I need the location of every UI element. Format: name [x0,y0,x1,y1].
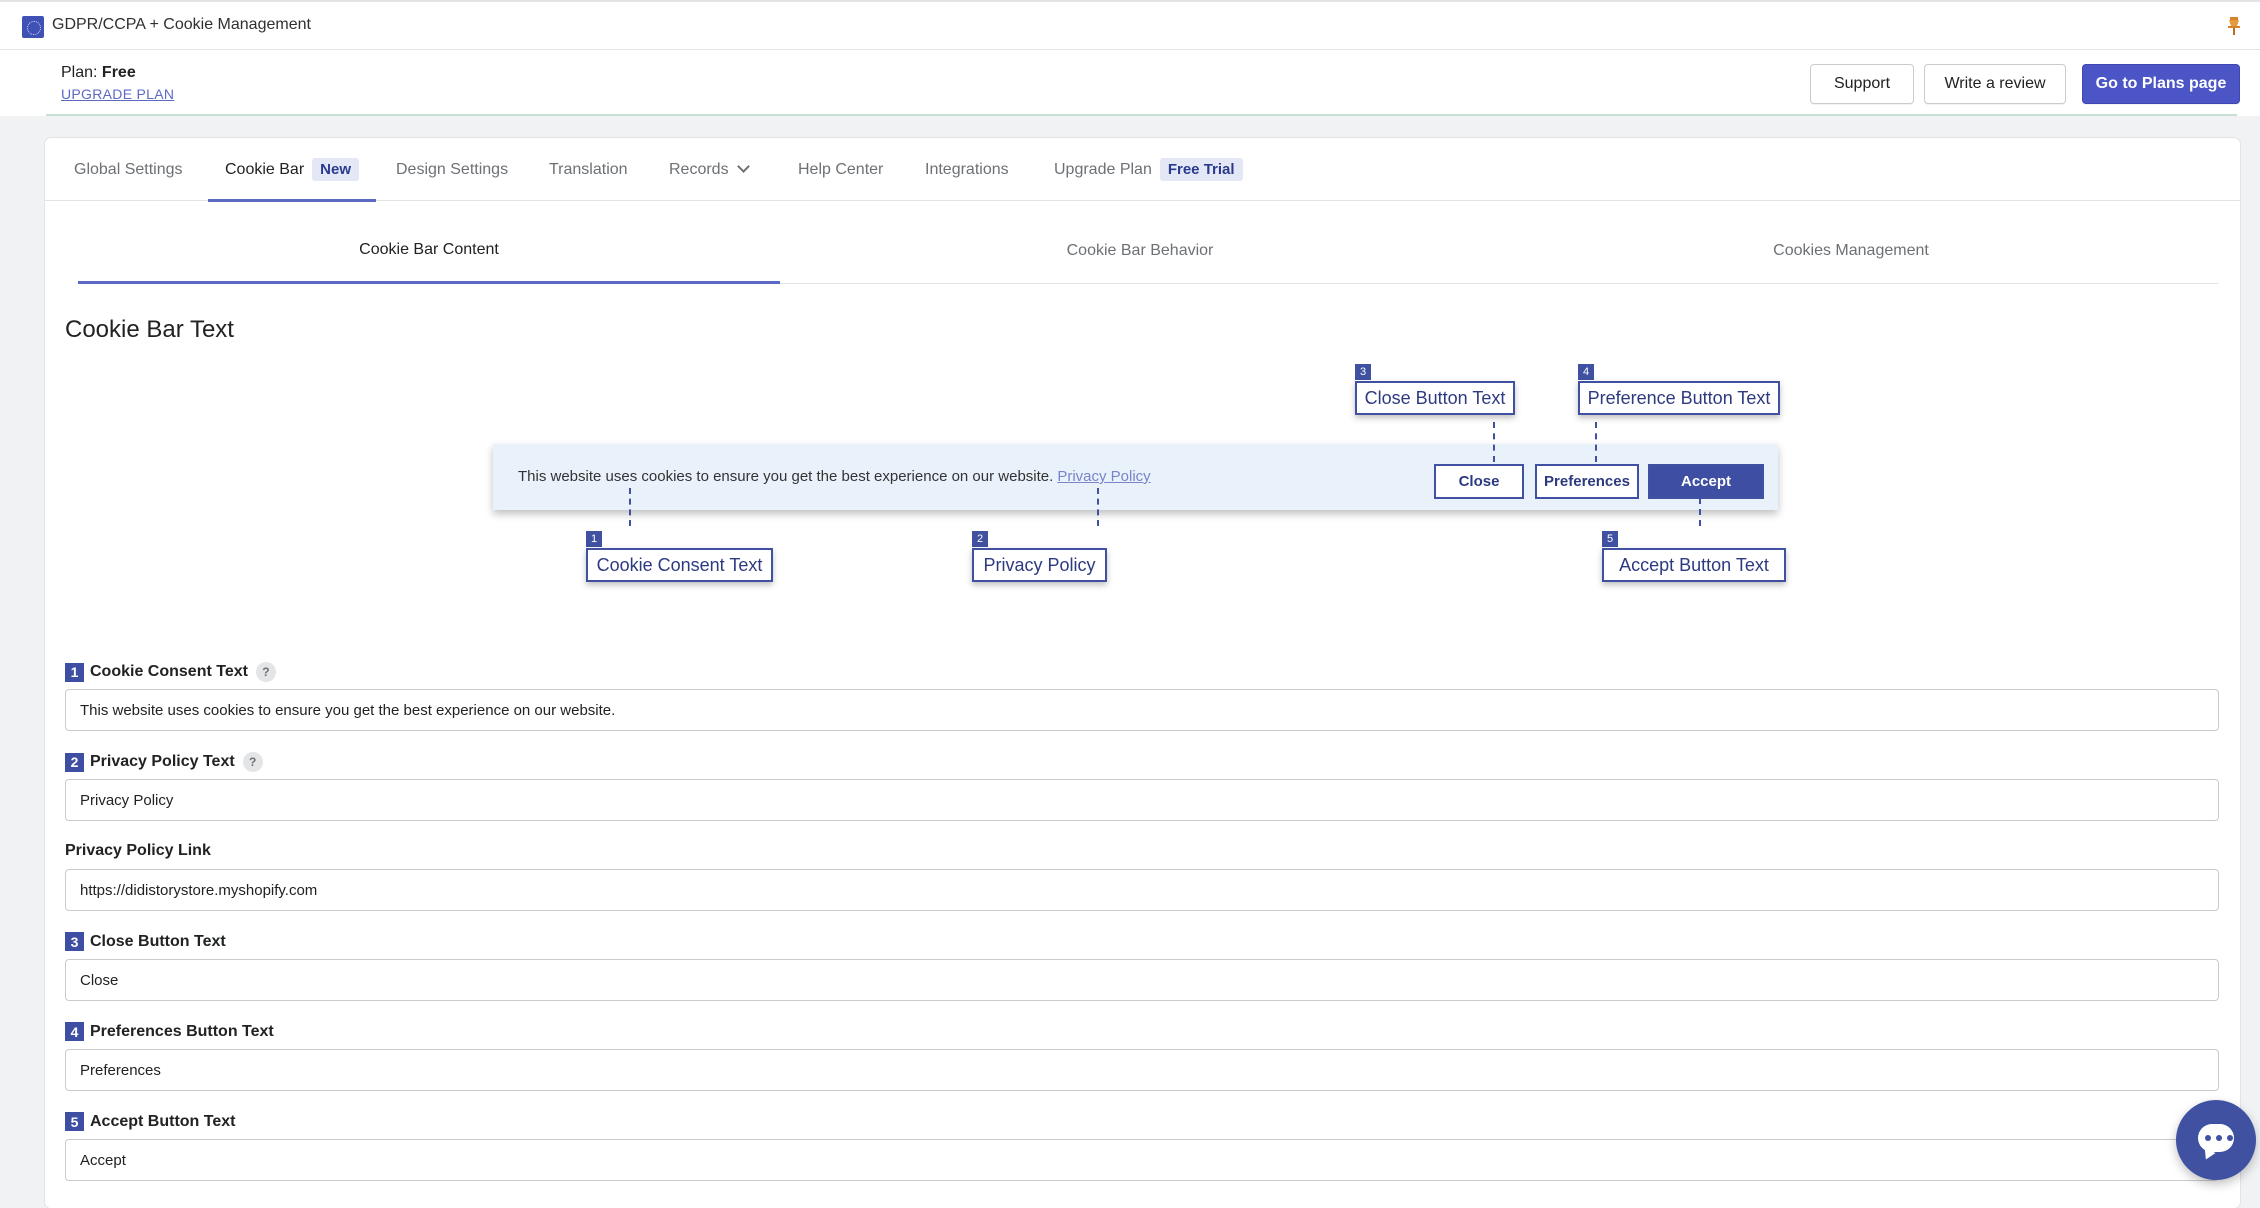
callout-number: 2 [972,531,988,547]
tab-label: Design Settings [396,160,509,178]
support-button[interactable]: Support [1810,64,1914,104]
field-number: 4 [65,1022,84,1041]
sub-tabs: Cookie Bar Content Cookie Bar Behavior C… [78,218,2218,284]
go-to-plans-button[interactable]: Go to Plans page [2082,64,2240,104]
free-trial-badge: Free Trial [1159,158,1243,181]
plan-header: Plan: Free UPGRADE PLAN Support Write a … [0,50,2260,116]
tab-translation[interactable]: Translation [549,138,628,201]
callout-privacy-policy: Privacy Policy [972,548,1107,582]
accept-button-text-label: 5 Accept Button Text [65,1112,235,1131]
cookie-bar-preview: This website uses cookies to ensure you … [493,444,1778,510]
tab-integrations[interactable]: Integrations [925,138,1009,201]
preview-consent-text: This website uses cookies to ensure you … [518,468,1151,485]
field-number: 1 [65,662,84,682]
callout-number: 5 [1602,531,1618,547]
subtab-cookie-bar-behavior[interactable]: Cookie Bar Behavior [789,218,1491,284]
preview-text: This website uses cookies to ensure you … [518,468,1054,485]
connector-5 [1699,498,1701,526]
field-label-text: Privacy Policy Text [90,753,235,770]
header-divider [46,114,2237,116]
tab-help-center[interactable]: Help Center [798,138,883,201]
close-button-text-input[interactable] [65,959,2219,1001]
plan-value: Free [101,64,136,81]
connector-2 [1097,488,1099,526]
preview-preferences-button: Preferences [1535,464,1639,499]
field-label-text: Privacy Policy Link [65,842,211,859]
main-tabs: Global Settings Cookie Bar New Design Set… [45,138,2240,202]
tab-label: Global Settings [74,160,183,178]
preview-close-button: Close [1434,464,1524,499]
tab-label: Translation [549,160,628,178]
title-bar: GDPR/CCPA + Cookie Management [0,0,2260,50]
privacy-policy-text-label: 2 Privacy Policy Text? [65,752,263,772]
preview-privacy-link: Privacy Policy [1057,468,1151,485]
field-number: 2 [65,752,84,772]
tab-label: Upgrade Plan [1054,160,1152,178]
main-card: Global Settings Cookie Bar New Design Set… [45,138,2240,1208]
upgrade-plan-link[interactable]: UPGRADE PLAN [61,86,174,102]
field-number: 5 [65,1112,84,1131]
chat-button[interactable] [2176,1100,2256,1180]
preferences-button-text-label: 4 Preferences Button Text [65,1022,274,1041]
app-logo-icon [22,16,44,38]
connector-1 [629,488,631,526]
callout-number: 3 [1355,364,1371,380]
subtab-cookie-bar-content[interactable]: Cookie Bar Content [78,218,780,284]
tab-records[interactable]: Records [669,138,750,201]
tab-global-settings[interactable]: Global Settings [74,138,183,201]
field-number: 3 [65,932,84,951]
chat-dots [2205,1135,2233,1141]
tab-upgrade-plan[interactable]: Upgrade Plan Free Trial [1054,138,1243,201]
tab-label: Integrations [925,160,1009,178]
field-label-text: Preferences Button Text [90,1022,274,1040]
callout-close-button-text: Close Button Text [1355,381,1515,415]
plan-label-text: Plan: [61,64,98,81]
field-label-text: Cookie Consent Text [90,663,248,680]
tab-label: Cookie Bar [225,160,305,178]
help-icon[interactable]: ? [242,752,263,772]
connector-3 [1493,422,1495,462]
app-title: GDPR/CCPA + Cookie Management [52,16,311,33]
help-icon[interactable]: ? [255,662,276,682]
callout-number: 1 [586,531,602,547]
subtab-cookies-management[interactable]: Cookies Management [1500,218,2202,284]
connector-4 [1595,422,1597,462]
callout-number: 4 [1578,364,1594,380]
accept-button-text-input[interactable] [65,1139,2219,1181]
tab-design-settings[interactable]: Design Settings [396,138,508,201]
write-review-button[interactable]: Write a review [1924,64,2066,104]
close-button-text-label: 3 Close Button Text [65,932,226,951]
plan-label: Plan: Free [61,64,136,82]
preferences-button-text-input[interactable] [65,1049,2219,1091]
section-title: Cookie Bar Text [65,316,234,343]
new-badge: New [312,158,359,181]
privacy-policy-text-input[interactable] [65,779,2219,821]
preview-accept-button: Accept [1648,464,1764,499]
tab-label: Help Center [798,160,884,178]
cookie-consent-text-label: 1 Cookie Consent Text? [65,662,276,682]
callout-accept-button-text: Accept Button Text [1602,548,1786,582]
cookie-consent-text-input[interactable] [65,689,2219,731]
field-label-text: Accept Button Text [90,1112,236,1130]
callout-cookie-consent-text: Cookie Consent Text [586,548,773,582]
field-label-text: Close Button Text [90,932,226,950]
privacy-policy-link-input[interactable] [65,869,2219,911]
pin-icon[interactable] [2226,16,2246,38]
privacy-policy-link-label: Privacy Policy Link [65,842,211,860]
callout-preference-button-text: Preference Button Text [1578,381,1780,415]
tab-label: Records [669,160,729,178]
chevron-down-icon [736,160,750,173]
tab-cookie-bar[interactable]: Cookie Bar New [208,138,376,202]
